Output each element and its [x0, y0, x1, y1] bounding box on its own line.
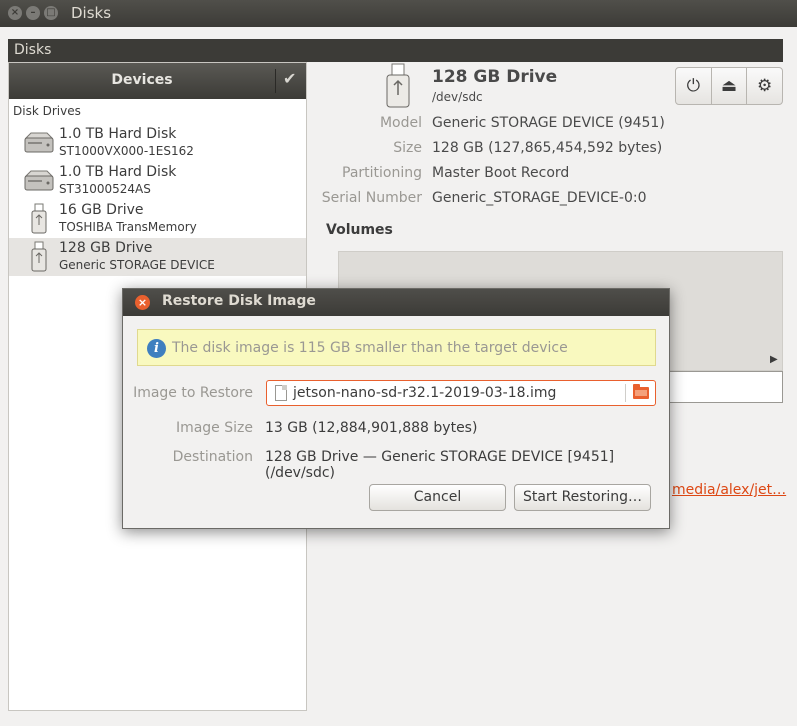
dialog-title: Restore Disk Image — [162, 293, 316, 309]
destination-label: Destination — [172, 449, 253, 465]
info-message: The disk image is 115 GB smaller than th… — [172, 340, 568, 356]
serial-number-label: Serial Number — [321, 190, 422, 206]
dialog-titlebar: × Restore Disk Image — [123, 289, 669, 316]
devices-header: Devices ✔ — [9, 63, 306, 99]
size-value: 128 GB (127,865,454,592 bytes) — [432, 140, 663, 156]
app-header: Disks — [8, 39, 783, 62]
serial-number-value: Generic_STORAGE_DEVICE-0:0 — [432, 190, 647, 206]
folder-icon[interactable] — [633, 384, 649, 399]
usb-drive-icon — [31, 241, 47, 272]
window-titlebar: × – □ Disks — [0, 0, 797, 27]
image-file-chooser[interactable]: jetson-nano-sd-r32.1-2019-03-18.img — [266, 380, 656, 406]
window-title: Disks — [71, 4, 112, 22]
file-icon — [275, 385, 287, 401]
devices-header-title: Devices — [111, 72, 173, 88]
drive-name: 1.0 TB Hard Disk — [59, 164, 177, 180]
drive-name: 16 GB Drive — [59, 202, 144, 218]
usb-drive-icon — [31, 203, 47, 234]
info-icon: i — [147, 339, 166, 358]
partitioning-label: Partitioning — [342, 165, 422, 181]
drive-settings-button[interactable]: ⚙ — [747, 68, 782, 104]
image-size-value: 13 GB (12,884,901,888 bytes) — [265, 420, 478, 436]
volumes-title: Volumes — [326, 222, 393, 238]
sidebar-item-drive-selected[interactable]: 128 GB Drive Generic STORAGE DEVICE — [9, 238, 306, 276]
size-label: Size — [393, 140, 422, 156]
mount-point-link[interactable]: media/alex/jet… — [672, 482, 786, 498]
selected-drive-path: /dev/sdc — [432, 90, 483, 104]
window-minimize-button[interactable]: – — [26, 6, 40, 20]
drive-model: TOSHIBA TransMemory — [59, 220, 197, 234]
restore-disk-image-dialog: × Restore Disk Image i The disk image is… — [122, 288, 670, 529]
drive-toolbar: ⏻ ⏏ ⚙ — [675, 67, 783, 105]
partitioning-value: Master Boot Record — [432, 165, 570, 181]
scroll-right-arrow-icon[interactable]: ▶ — [770, 354, 778, 365]
cancel-button[interactable]: Cancel — [369, 484, 506, 511]
header-divider — [275, 69, 276, 93]
usb-drive-icon — [386, 63, 410, 108]
hard-disk-icon — [24, 170, 54, 191]
checkmark-icon[interactable]: ✔ — [283, 69, 296, 88]
image-to-restore-label: Image to Restore — [133, 385, 253, 401]
hard-disk-icon — [24, 132, 54, 153]
power-off-button[interactable]: ⏻ — [676, 68, 712, 104]
start-restoring-button[interactable]: Start Restoring… — [514, 484, 651, 511]
image-file-name: jetson-nano-sd-r32.1-2019-03-18.img — [293, 385, 557, 401]
model-value: Generic STORAGE DEVICE (9451) — [432, 115, 665, 131]
eject-button[interactable]: ⏏ — [712, 68, 748, 104]
window-maximize-button[interactable]: □ — [44, 6, 58, 20]
section-disk-drives: Disk Drives — [13, 104, 81, 118]
model-label: Model — [379, 115, 422, 131]
chooser-divider — [625, 384, 626, 402]
power-icon: ⏻ — [686, 76, 701, 96]
window-close-button[interactable]: × — [8, 6, 22, 20]
dialog-close-button[interactable]: × — [135, 295, 150, 310]
info-bar: i The disk image is 115 GB smaller than … — [137, 329, 656, 366]
selected-drive-name: 128 GB Drive — [432, 67, 558, 87]
image-size-label: Image Size — [175, 420, 253, 436]
drive-model: ST31000524AS — [59, 182, 151, 196]
drive-name: 128 GB Drive — [59, 240, 153, 256]
eject-icon: ⏏ — [720, 76, 738, 96]
drive-name: 1.0 TB Hard Disk — [59, 126, 177, 142]
destination-value: 128 GB Drive — Generic STORAGE DEVICE [9… — [265, 449, 615, 481]
drive-model: Generic STORAGE DEVICE — [59, 258, 215, 272]
gear-icon: ⚙ — [757, 76, 773, 96]
